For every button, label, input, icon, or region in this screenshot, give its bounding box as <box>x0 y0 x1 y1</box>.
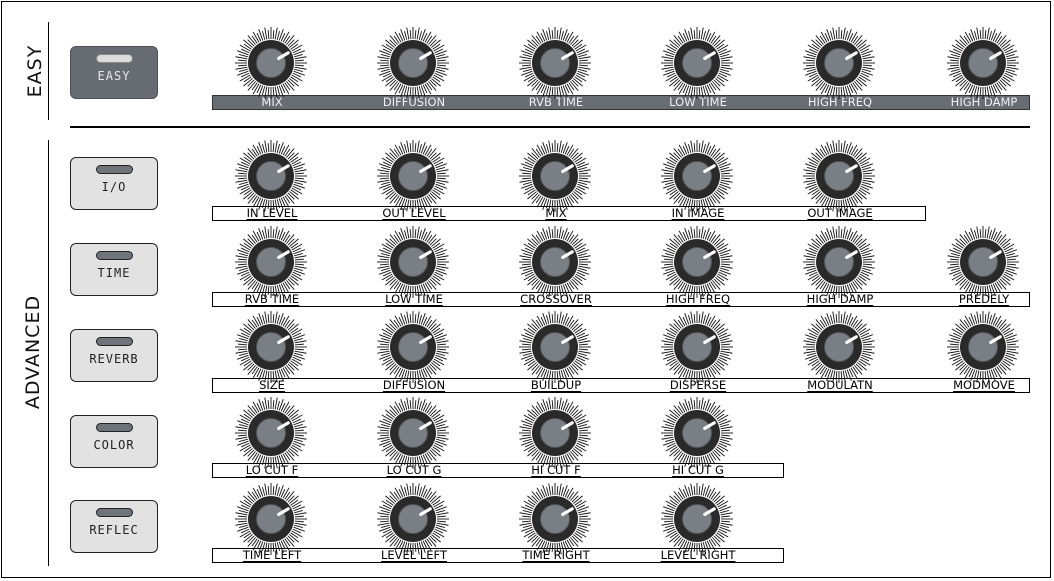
reverb-buildup-knob[interactable] <box>517 309 593 385</box>
reverb-modulatn-knob[interactable] <box>801 309 877 385</box>
io-out-image-knob[interactable] <box>801 138 877 214</box>
time-label-bar: RVB TIME LOW TIME CROSSOVER HIGH FREQ HIGH D… <box>212 292 1030 307</box>
advanced-section-divider <box>48 140 49 566</box>
easy-advanced-separator <box>70 126 1030 128</box>
easy-rvb-time-knob[interactable] <box>517 25 593 101</box>
easy-high-freq-knob[interactable] <box>801 25 877 101</box>
reflec-level-right-knob[interactable] <box>659 481 735 557</box>
reverb-size-knob[interactable] <box>233 309 309 385</box>
time-predely-knob[interactable] <box>945 224 1021 300</box>
io-mode-led <box>96 165 133 174</box>
reverb-mode-button[interactable]: REVERB <box>70 329 158 382</box>
io-mix-knob[interactable] <box>517 138 593 214</box>
easy-mode-led <box>96 54 133 63</box>
reflec-level-left-knob[interactable] <box>375 481 451 557</box>
time-mode-button[interactable]: TIME <box>70 243 158 296</box>
time-high-damp-knob[interactable] <box>801 224 877 300</box>
reflec-mode-button[interactable]: REFLEC <box>70 500 158 553</box>
reverb-mode-button-label: REVERB <box>89 352 139 366</box>
easy-section-divider <box>48 22 49 120</box>
reverb-disperse-knob[interactable] <box>659 309 735 385</box>
time-low-time-knob[interactable] <box>375 224 451 300</box>
io-in-image-knob[interactable] <box>659 138 735 214</box>
reflec-mode-led <box>96 508 133 517</box>
io-mode-button-label: I/O <box>101 180 127 194</box>
easy-mode-button-label: EASY <box>97 69 131 83</box>
easy-low-time-knob[interactable] <box>659 25 735 101</box>
time-crossover-knob[interactable] <box>517 224 593 300</box>
color-lo-cut-f-knob[interactable] <box>233 395 309 471</box>
reverb-modmove-knob[interactable] <box>945 309 1021 385</box>
io-in-level-knob[interactable] <box>233 138 309 214</box>
easy-label-bar: MIX DIFFUSION RVB TIME LOW TIME HIGH FREQ HIG… <box>212 95 1030 110</box>
section-label-easy: EASY <box>24 44 46 98</box>
time-rvb-time-knob[interactable] <box>233 224 309 300</box>
color-mode-button[interactable]: COLOR <box>70 415 158 468</box>
easy-diffusion-knob[interactable] <box>375 25 451 101</box>
color-mode-led <box>96 423 133 432</box>
color-lo-cut-g-knob[interactable] <box>375 395 451 471</box>
easy-mode-button[interactable]: EASY <box>70 46 158 99</box>
reverb-mode-led <box>96 337 133 346</box>
time-mode-led <box>96 251 133 260</box>
color-hi-cut-g-knob[interactable] <box>659 395 735 471</box>
time-high-freq-knob[interactable] <box>659 224 735 300</box>
section-label-advanced: ADVANCED <box>22 294 44 410</box>
reflec-time-right-knob[interactable] <box>517 481 593 557</box>
reflec-time-left-knob[interactable] <box>233 481 309 557</box>
easy-mix-knob[interactable] <box>233 25 309 101</box>
easy-high-damp-knob[interactable] <box>945 25 1021 101</box>
reverb-label-bar: SIZE DIFFUSION BUILDUP DISPERSE MODULATN MODM… <box>212 378 1030 393</box>
reverb-diffusion-knob[interactable] <box>375 309 451 385</box>
reflec-mode-button-label: REFLEC <box>89 523 139 537</box>
color-hi-cut-f-knob[interactable] <box>517 395 593 471</box>
io-out-level-knob[interactable] <box>375 138 451 214</box>
color-mode-button-label: COLOR <box>93 438 135 452</box>
io-mode-button[interactable]: I/O <box>70 157 158 210</box>
time-mode-button-label: TIME <box>97 266 131 280</box>
